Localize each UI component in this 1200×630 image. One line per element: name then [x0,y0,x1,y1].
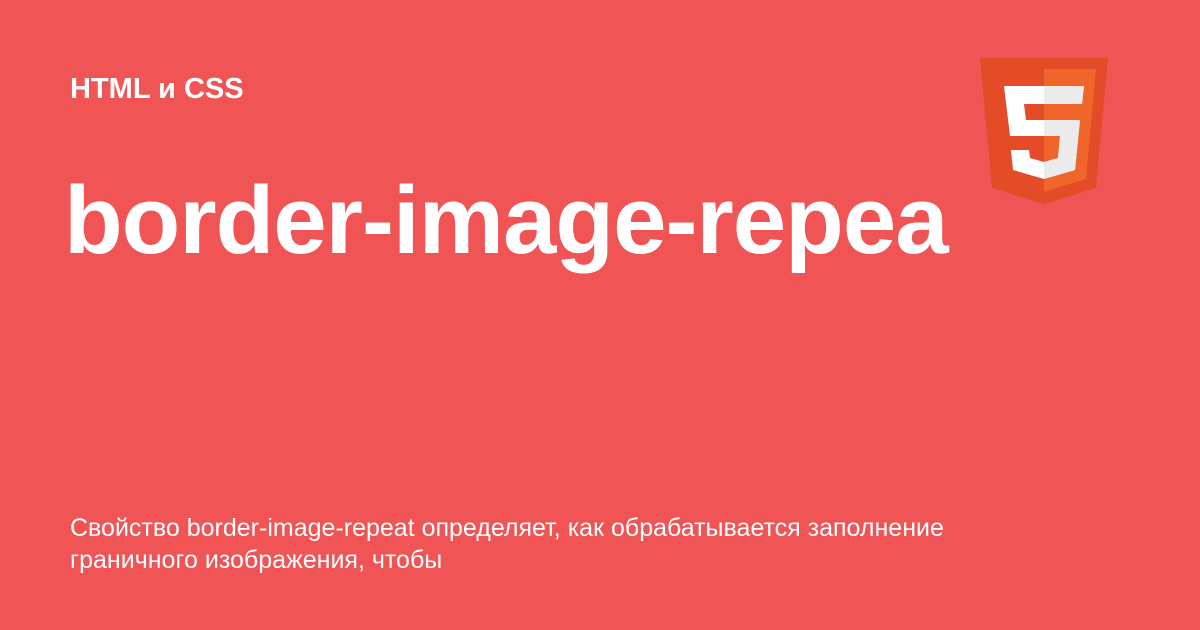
category-label: HTML и CSS [70,73,244,105]
page: { "category": "HTML и CSS", "title": "bo… [0,0,1200,630]
page-title: border-image-repea [64,167,949,274]
html5-logo-icon [980,58,1108,204]
page-description: Свойство border-image-repeat определяет,… [70,514,944,574]
